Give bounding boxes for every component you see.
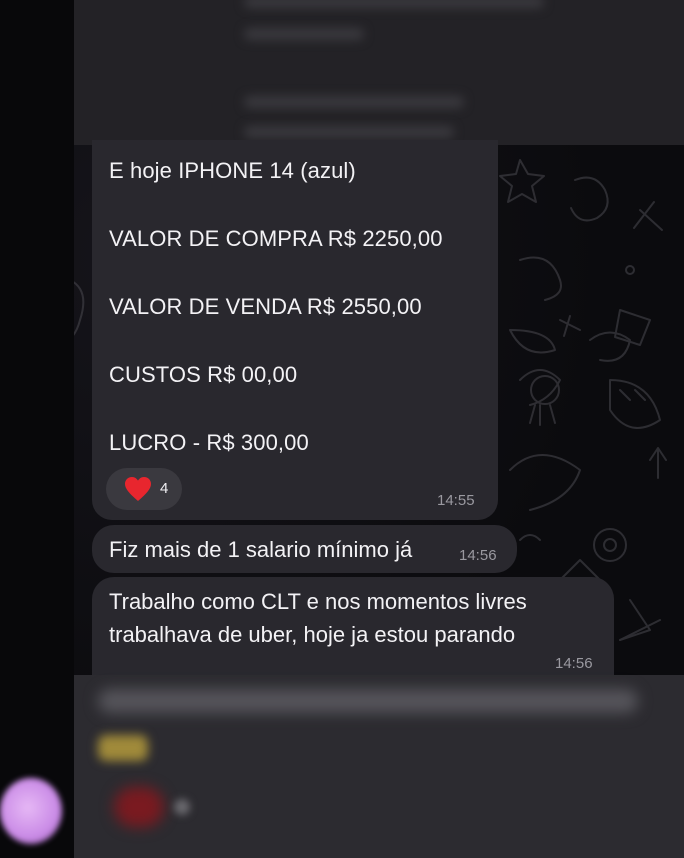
blurred-previous-message	[74, 0, 684, 145]
message-bubble[interactable]: Fiz mais de 1 salario mínimo já 14:56	[92, 525, 517, 573]
reaction-chip[interactable]: 4	[106, 468, 182, 510]
message-line: CUSTOS R$ 00,00	[109, 362, 298, 387]
blurred-next-message	[74, 675, 684, 858]
message-timestamp: 14:55	[437, 492, 475, 509]
message-timestamp: 14:56	[459, 547, 497, 564]
message-line: VALOR DE COMPRA R$ 2250,00	[109, 226, 443, 251]
message-line: LUCRO - R$ 300,00	[109, 430, 309, 455]
message-text: Fiz mais de 1 salario mínimo já	[109, 537, 413, 562]
message-line: E hoje IPHONE 14 (azul)	[109, 158, 356, 183]
message-line: trabalhava de uber, hoje ja estou parand…	[109, 622, 516, 647]
message-timestamp: 14:56	[555, 655, 593, 672]
reaction-count: 4	[160, 480, 169, 497]
left-gutter	[0, 0, 74, 858]
heart-icon	[125, 477, 151, 501]
avatar[interactable]	[0, 778, 62, 844]
message-bubble[interactable]: Trabalho como CLT e nos momentos livres …	[92, 577, 614, 675]
message-bubble[interactable]: E hoje IPHONE 14 (azul) VALOR DE COMPRA …	[92, 140, 498, 520]
message-line: VALOR DE VENDA R$ 2550,00	[109, 294, 422, 319]
message-line: Trabalho como CLT e nos momentos livres	[109, 589, 527, 614]
